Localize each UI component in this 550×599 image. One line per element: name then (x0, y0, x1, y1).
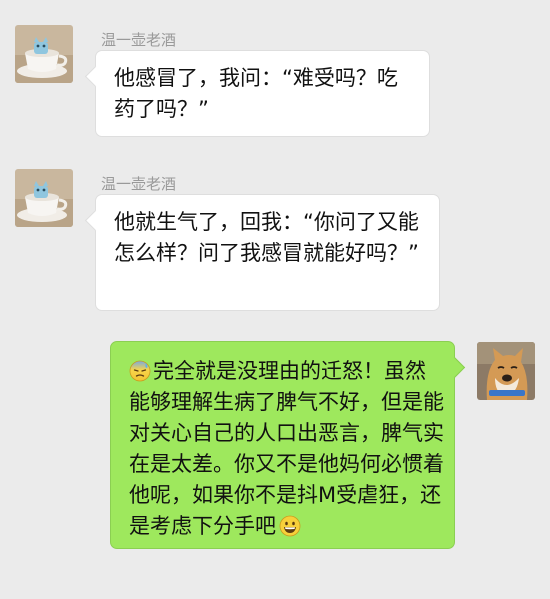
shiba-dog-avatar-image (477, 342, 535, 400)
teacup-avatar[interactable] (15, 169, 73, 227)
sweat-face-emoji (129, 360, 151, 382)
message-bubble[interactable]: 他就生气了，回我：“你问了又能怎么样？问了我感冒就能好吗？” (95, 194, 440, 311)
shiba-dog-avatar[interactable] (477, 342, 535, 400)
message-text: 他就生气了，回我：“你问了又能怎么样？问了我感冒就能好吗？” (114, 210, 419, 265)
message-row-outgoing: 完全就是没理由的迁怒！虽然能够理解生病了脾气不好，但是能对关心自己的人口出恶言，… (0, 335, 550, 555)
message-bubble[interactable]: 完全就是没理由的迁怒！虽然能够理解生病了脾气不好，但是能对关心自己的人口出恶言，… (110, 341, 455, 549)
message-bubble[interactable]: 他感冒了，我问：“难受吗？吃药了吗？” (95, 50, 430, 137)
message-text: 他感冒了，我问：“难受吗？吃药了吗？” (114, 66, 398, 121)
sender-name: 温一壶老酒 (101, 175, 177, 193)
message-text: 完全就是没理由的迁怒！虽然能够理解生病了脾气不好，但是能对关心自己的人口出恶言，… (129, 359, 444, 538)
message-content: 完全就是没理由的迁怒！虽然能够理解生病了脾气不好，但是能对关心自己的人口出恶言，… (129, 356, 444, 542)
sender-name: 温一壶老酒 (101, 31, 177, 49)
message-row-incoming: 温一壶老酒 他就生气了，回我：“你问了又能怎么样？问了我感冒就能好吗？” (0, 145, 550, 320)
teacup-avatar-image (15, 25, 73, 83)
grinning-face-emoji (279, 515, 301, 537)
teacup-avatar-image (15, 169, 73, 227)
message-row-incoming: 温一壶老酒 他感冒了，我问：“难受吗？吃药了吗？” (0, 0, 550, 150)
teacup-avatar[interactable] (15, 25, 73, 83)
